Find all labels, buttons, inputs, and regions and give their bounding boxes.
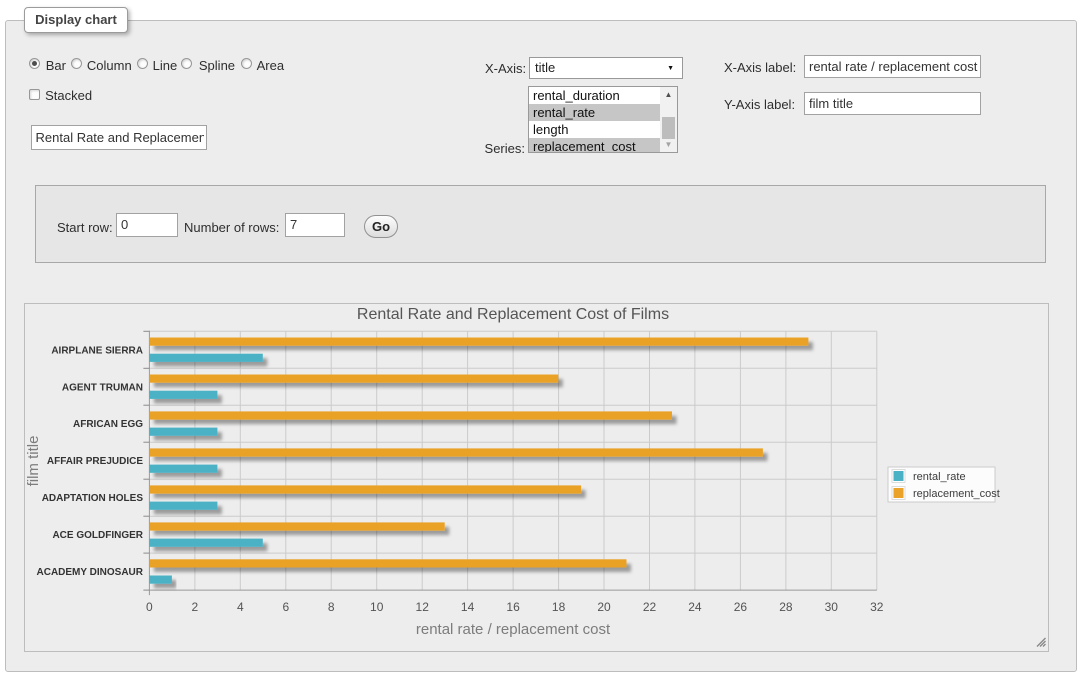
svg-text:26: 26 — [734, 600, 748, 614]
svg-text:ADAPTATION HOLES: ADAPTATION HOLES — [42, 493, 144, 504]
svg-text:Rental Rate and Replacement Co: Rental Rate and Replacement Cost of Film… — [357, 306, 669, 323]
svg-text:film title: film title — [25, 436, 42, 487]
svg-text:AGENT TRUMAN: AGENT TRUMAN — [62, 382, 143, 393]
svg-text:rental rate / replacement cost: rental rate / replacement cost — [416, 621, 611, 638]
svg-text:18: 18 — [552, 600, 566, 614]
svg-text:ACE GOLDFINGER: ACE GOLDFINGER — [52, 530, 143, 541]
svg-text:AFRICAN EGG: AFRICAN EGG — [73, 419, 143, 430]
svg-text:replacement_cost: replacement_cost — [913, 488, 1000, 500]
svg-text:32: 32 — [870, 600, 884, 614]
svg-text:24: 24 — [688, 600, 702, 614]
svg-text:0: 0 — [146, 600, 153, 614]
svg-text:ACADEMY DINOSAUR: ACADEMY DINOSAUR — [37, 567, 144, 578]
svg-text:20: 20 — [597, 600, 611, 614]
svg-text:4: 4 — [237, 600, 244, 614]
svg-text:6: 6 — [282, 600, 289, 614]
svg-text:16: 16 — [506, 600, 520, 614]
svg-text:22: 22 — [643, 600, 657, 614]
svg-text:AFFAIR PREJUDICE: AFFAIR PREJUDICE — [47, 456, 143, 467]
svg-text:12: 12 — [416, 600, 430, 614]
svg-text:30: 30 — [825, 600, 839, 614]
svg-text:AIRPLANE SIERRA: AIRPLANE SIERRA — [51, 345, 143, 356]
svg-text:14: 14 — [461, 600, 475, 614]
svg-text:8: 8 — [328, 600, 335, 614]
svg-text:rental_rate: rental_rate — [913, 471, 966, 483]
svg-text:28: 28 — [779, 600, 793, 614]
svg-text:10: 10 — [370, 600, 384, 614]
svg-text:2: 2 — [192, 600, 199, 614]
